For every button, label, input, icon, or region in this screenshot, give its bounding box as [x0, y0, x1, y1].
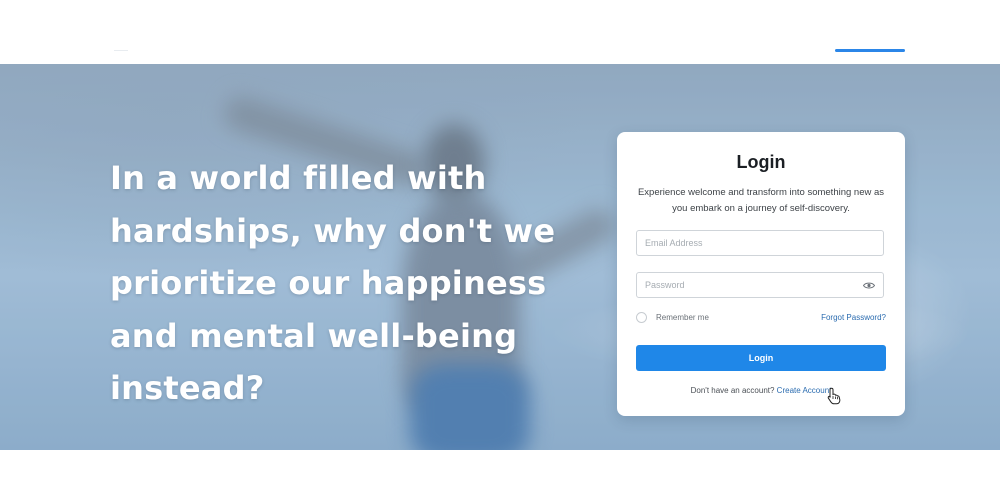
password-field — [636, 272, 884, 298]
signup-row: Don't have an account? Create Account — [617, 386, 905, 395]
forgot-password-link[interactable]: Forgot Password? — [821, 313, 886, 322]
top-navigation-bar — [0, 0, 1000, 64]
login-button[interactable]: Login — [636, 345, 886, 371]
login-title: Login — [736, 152, 786, 172]
email-input[interactable] — [645, 231, 855, 255]
hero-headline: In a world filled with hardships, why do… — [110, 159, 556, 407]
eye-icon[interactable] — [863, 281, 875, 290]
remember-me-checkbox[interactable] — [636, 312, 647, 323]
hero-section: In a world filled with hardships, why do… — [0, 64, 1000, 450]
password-input[interactable] — [645, 273, 855, 297]
logo-placeholder — [114, 50, 128, 51]
login-subtitle: Experience welcome and transform into so… — [637, 187, 885, 214]
signup-prompt: Don't have an account? — [690, 386, 775, 395]
remember-me-label: Remember me — [656, 313, 709, 322]
nav-active-indicator — [835, 49, 905, 52]
email-field — [636, 230, 884, 256]
login-card: Login Experience welcome and transform i… — [617, 132, 905, 416]
hand-cursor-icon — [827, 387, 841, 405]
page-footer-area — [0, 450, 1000, 500]
create-account-link[interactable]: Create Account — [777, 386, 832, 395]
remember-row: Remember me Forgot Password? — [636, 312, 886, 326]
